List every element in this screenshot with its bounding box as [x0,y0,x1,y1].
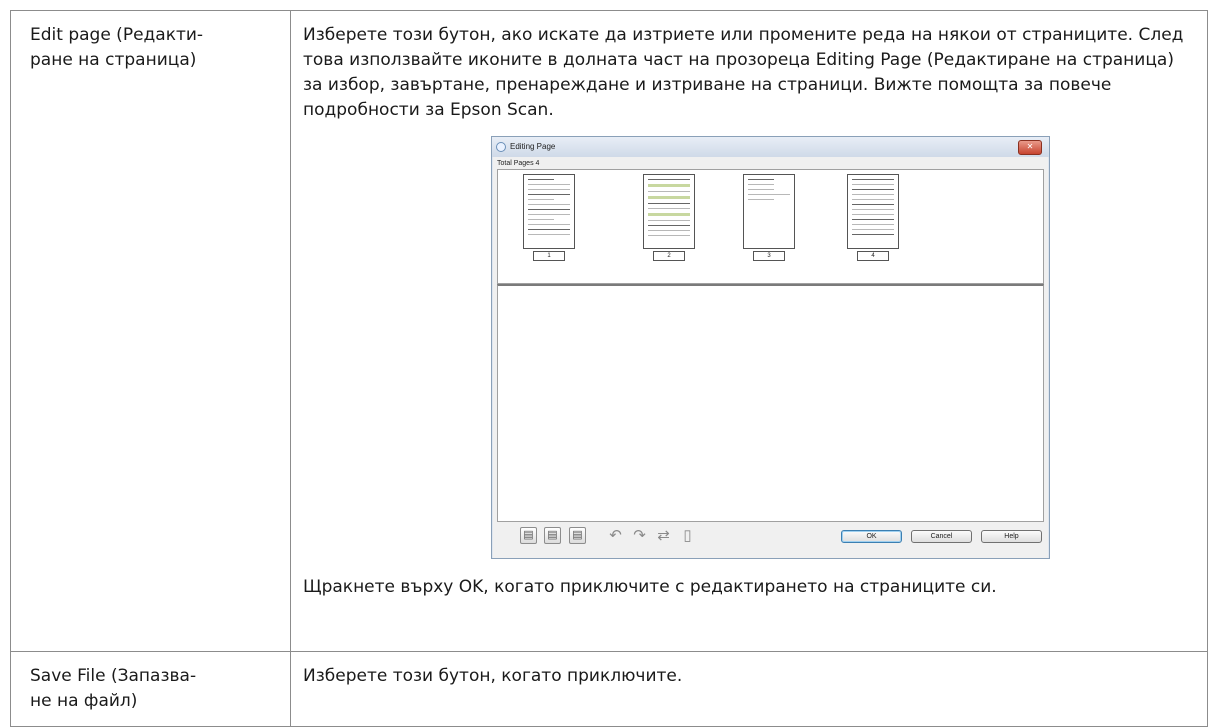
dialog-toolbar: ▤ ▤ ▤ ↶ ↷ ⇄ ▯ OK Cancel Help [497,520,1044,552]
delete-page-icon[interactable]: ▯ [679,527,696,544]
term-save-file: Save File (Запазва- не на файл) [10,651,291,727]
ok-note-text: Щракнете върху OK, когато приключите с р… [303,577,997,597]
term-label: Edit page (Редакти- ране на страница) [30,25,204,70]
page-number: 1 [533,251,565,261]
ok-button[interactable]: OK [841,530,902,543]
move-pages-icon[interactable]: ⇄ [655,527,672,544]
term-edit-page: Edit page (Редакти- ране на страница) [10,10,291,652]
thumbnail-area[interactable]: 1 2 3 4 [497,169,1044,284]
page-number: 2 [653,251,685,261]
total-pages-label: Total Pages 4 [497,160,540,167]
page-number: 3 [753,251,785,261]
page-thumbnail[interactable] [523,174,575,249]
select-odd-pages-icon[interactable]: ▤ [520,527,537,544]
preview-area[interactable] [497,284,1044,522]
definition-table: Edit page (Редакти- ране на страница) Из… [10,10,1208,727]
page-thumbnail[interactable] [847,174,899,249]
description-text: Изберете този бутон, ако искате да изтри… [303,25,1184,120]
page-thumbnail[interactable] [743,174,795,249]
description-text: Изберете този бутон, когато приключите. [303,666,683,686]
dialog-body: Total Pages 4 1 2 3 4 ▤ ▤ ▤ ↶ ↷ ⇄ ▯ OK C… [493,157,1048,558]
select-all-pages-icon[interactable]: ▤ [569,527,586,544]
description-cell: Изберете този бутон, когато приключите. [290,651,1208,727]
table-row: Save File (Запазва- не на файл) Изберете… [10,651,1208,727]
editing-page-dialog: Editing Page ✕ Total Pages 4 1 2 3 4 ▤ ▤… [491,136,1050,559]
dialog-titlebar: Editing Page ✕ [492,137,1049,157]
rotate-right-icon[interactable]: ↷ [631,527,648,544]
page-number: 4 [857,251,889,261]
table-row: Edit page (Редакти- ране на страница) Из… [10,10,1208,652]
cancel-button[interactable]: Cancel [911,530,972,543]
close-icon[interactable]: ✕ [1018,140,1042,155]
term-label: Save File (Запазва- не на файл) [30,666,197,711]
select-even-pages-icon[interactable]: ▤ [544,527,561,544]
description-cell: Изберете този бутон, ако искате да изтри… [290,10,1208,652]
page-thumbnail[interactable] [643,174,695,249]
dialog-title: Editing Page [510,142,556,151]
help-button[interactable]: Help [981,530,1042,543]
app-icon [496,142,506,152]
rotate-left-icon[interactable]: ↶ [607,527,624,544]
